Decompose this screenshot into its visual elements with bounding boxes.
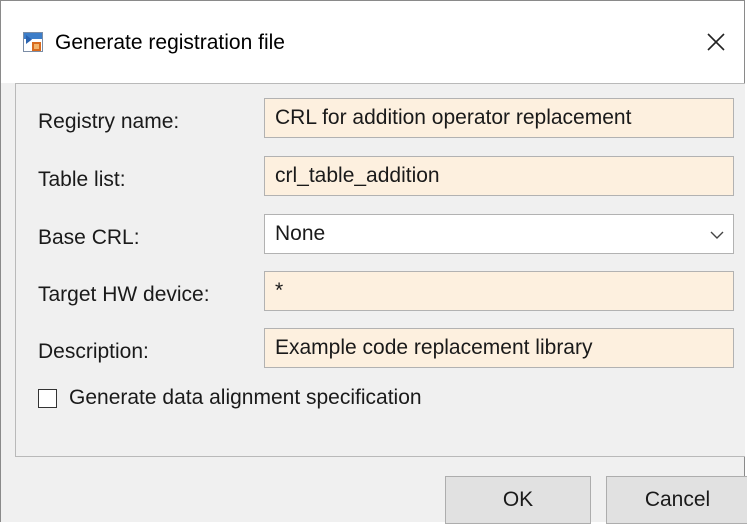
base-crl-selected-value: None	[275, 222, 326, 245]
table-list-field[interactable]: crl_table_addition	[264, 156, 734, 196]
data-alignment-checkbox[interactable]	[38, 388, 57, 408]
base-crl-label: Base CRL:	[38, 226, 140, 249]
target-hw-device-field[interactable]: *	[264, 271, 734, 311]
data-alignment-checkbox-row[interactable]: Generate data alignment specification	[38, 385, 422, 411]
registry-name-field[interactable]: CRL for addition operator replacement	[264, 98, 734, 138]
registry-name-label: Registry name:	[38, 110, 180, 133]
table-list-label: Table list:	[38, 168, 126, 191]
close-button[interactable]	[702, 28, 730, 56]
data-alignment-label: Generate data alignment specification	[69, 386, 422, 409]
form-panel: Registry name: CRL for addition operator…	[15, 83, 745, 457]
close-icon	[707, 33, 725, 51]
target-hw-device-label: Target HW device:	[38, 283, 210, 306]
ok-button[interactable]: OK	[445, 476, 591, 524]
generate-registration-file-dialog: Generate registration file Registry name…	[0, 0, 747, 524]
chevron-down-icon	[710, 231, 724, 239]
window-title: Generate registration file	[55, 31, 285, 54]
cancel-button[interactable]: Cancel	[606, 476, 747, 524]
description-field[interactable]: Example code replacement library	[264, 328, 734, 368]
title-bar: Generate registration file	[1, 1, 744, 83]
base-crl-select[interactable]: None	[264, 214, 734, 254]
matlab-app-icon	[23, 32, 43, 52]
description-label: Description:	[38, 340, 149, 363]
